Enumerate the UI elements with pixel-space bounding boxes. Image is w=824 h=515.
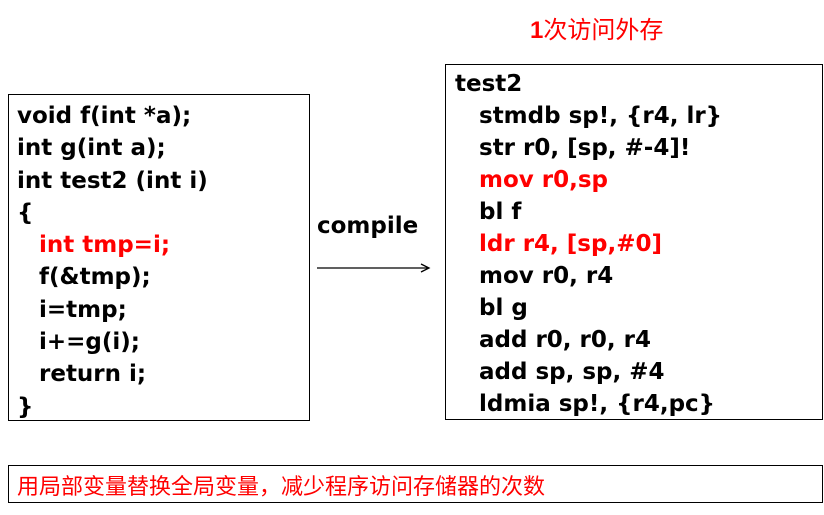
- code-line: int tmp=i;: [39, 232, 171, 259]
- note-text: 用局部变量替换全局变量，减少程序访问存储器的次数: [17, 475, 546, 500]
- asm-line: test2: [455, 71, 523, 97]
- code-line: i+=g(i);: [39, 329, 140, 356]
- code-line: return i;: [39, 361, 147, 388]
- c-source-code-list: void f(int *a); int g(int a); int test2 (i…: [17, 100, 208, 423]
- asm-line: add sp, sp, #4: [479, 359, 665, 385]
- assembly-code-list: test2 stmdb sp!, {r4, lr} str r0, [sp, #-4…: [455, 68, 722, 420]
- code-line: int g(int a);: [17, 135, 166, 162]
- note-box: 用局部变量替换全局变量，减少程序访问存储器的次数: [8, 465, 823, 503]
- asm-line: mov r0,sp: [479, 167, 609, 193]
- asm-line: mov r0, r4: [479, 263, 614, 289]
- title-number: 1: [530, 17, 544, 44]
- title-text: 次访问外存: [543, 16, 664, 44]
- compile-arrow: [317, 263, 431, 273]
- code-line: int test2 (int i): [17, 167, 208, 194]
- code-line: }: [17, 393, 34, 420]
- slide-title: 1次访问外存: [530, 10, 663, 45]
- asm-line: add r0, r0, r4: [479, 327, 651, 353]
- compile-label: compile: [317, 213, 419, 239]
- asm-line: str r0, [sp, #-4]!: [479, 135, 691, 161]
- assembly-code-box: test2 stmdb sp!, {r4, lr} str r0, [sp, #-4…: [445, 64, 823, 420]
- code-line: i=tmp;: [39, 296, 127, 323]
- code-line: f(&tmp);: [39, 264, 151, 291]
- code-line: void f(int *a);: [17, 103, 192, 129]
- asm-line: ldmia sp!, {r4,pc}: [479, 391, 716, 417]
- c-source-code-box: void f(int *a); int g(int a); int test2 (i…: [8, 94, 310, 421]
- asm-line: bl g: [479, 295, 528, 321]
- asm-line: stmdb sp!, {r4, lr}: [479, 103, 723, 129]
- code-line: {: [17, 199, 34, 226]
- asm-line: bl f: [479, 199, 522, 225]
- asm-line: ldr r4, [sp,#0]: [479, 231, 662, 257]
